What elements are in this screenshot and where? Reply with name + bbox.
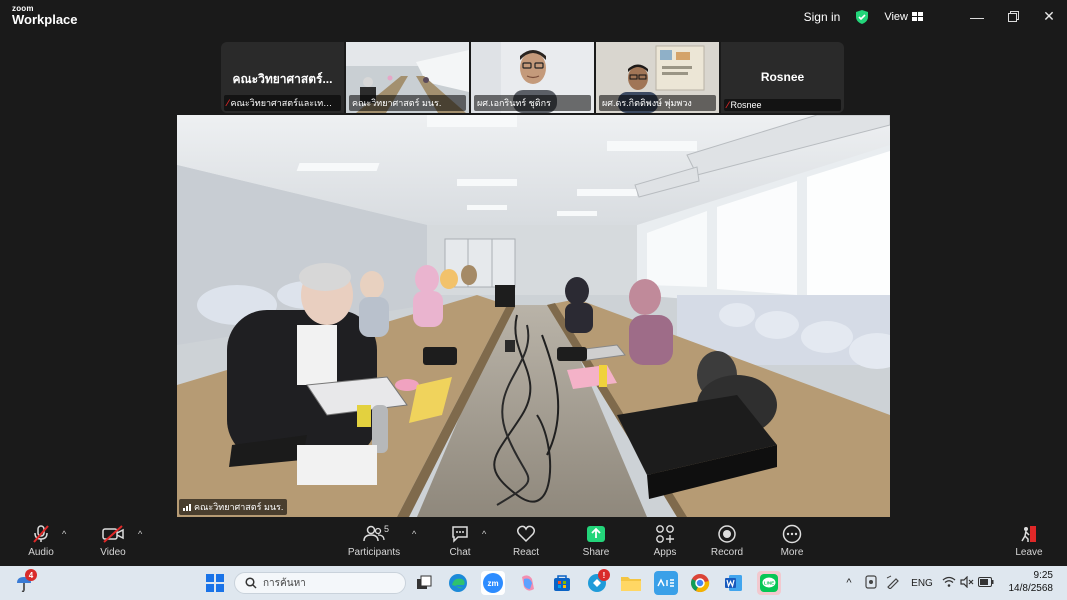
- search-placeholder: การค้นหา: [263, 577, 306, 589]
- copilot-icon[interactable]: [516, 571, 540, 595]
- system-tray: ^ ENG: [838, 566, 996, 600]
- gallery-strip: คณะวิทยาศาสตร์... ⁄ คณะวิทยาศาสตร์และเทคโ…: [221, 42, 846, 113]
- battery-icon[interactable]: [976, 576, 996, 590]
- participant-tile[interactable]: ผศ.เอกรินทร์ ชุติกร: [471, 42, 594, 113]
- react-label: React: [512, 547, 540, 558]
- participants-count: 5: [384, 524, 390, 534]
- video-options-caret[interactable]: ^: [138, 529, 142, 539]
- task-view-icon[interactable]: [412, 571, 436, 595]
- participant-tile[interactable]: คณะวิทยาศาสตร์... ⁄ คณะวิทยาศาสตร์และเทคโ…: [221, 42, 344, 113]
- clock-time: 9:25: [1033, 570, 1053, 581]
- tray-app-icon[interactable]: [860, 574, 882, 592]
- share-arrow-icon: [584, 523, 608, 545]
- search-icon: [245, 577, 257, 589]
- zoom-app-icon[interactable]: zm: [481, 571, 505, 595]
- weather-badge: 4: [25, 569, 37, 581]
- apps-icon: [653, 523, 677, 545]
- participant-caption: ⁄ Rosnee: [724, 99, 841, 111]
- share-label: Share: [582, 547, 610, 558]
- audio-label: Audio: [28, 547, 54, 558]
- apps-label: Apps: [653, 547, 677, 558]
- mic-muted-icon: ⁄: [727, 100, 729, 110]
- camera-off-icon: [101, 523, 125, 545]
- title-bar: zoom Workplace Sign in View — ✕: [0, 0, 1067, 33]
- participant-name: คณะวิทยาศาสตร์...: [232, 72, 333, 86]
- line-app-icon[interactable]: LINE: [757, 571, 781, 595]
- participant-tile[interactable]: Rosnee ⁄ Rosnee: [721, 42, 844, 113]
- main-video-name: คณะวิทยาศาสตร์ มนร.: [194, 502, 284, 512]
- record-label: Record: [710, 547, 744, 558]
- participant-tile[interactable]: คณะวิทยาศาสตร์ มนร.: [346, 42, 469, 113]
- shield-icon[interactable]: [854, 9, 870, 25]
- participant-caption: คณะวิทยาศาสตร์ มนร.: [349, 95, 466, 111]
- participants-icon: [362, 523, 386, 545]
- apps-button[interactable]: Apps: [635, 523, 695, 558]
- leave-label: Leave: [1015, 547, 1043, 558]
- view-label: View: [884, 10, 908, 23]
- heart-icon: [514, 523, 538, 545]
- logo-line2: Workplace: [12, 12, 78, 27]
- windows-start-icon[interactable]: [203, 571, 227, 595]
- chrome-icon[interactable]: [688, 571, 712, 595]
- news-app-icon[interactable]: [654, 571, 678, 595]
- chat-button[interactable]: Chat: [430, 523, 490, 558]
- minimize-icon[interactable]: —: [959, 0, 995, 33]
- taskbar-clock[interactable]: 9:25 14/8/2568: [1009, 569, 1054, 595]
- volume-muted-icon[interactable]: [958, 575, 976, 591]
- participants-button[interactable]: 5 Participants: [344, 523, 404, 558]
- zoom-logo: zoom Workplace: [12, 5, 78, 27]
- main-video-label: คณะวิทยาศาสตร์ มนร.: [179, 499, 288, 515]
- participant-caption: ⁄ คณะวิทยาศาสตร์และเทคโ...: [224, 95, 341, 111]
- more-label: More: [780, 547, 804, 558]
- windows-taskbar: 4 การค้นหา zm ! LINE ^ ENG 9:25 14/8/256…: [0, 566, 1067, 600]
- meeting-room-scene: [177, 115, 890, 517]
- restore-icon[interactable]: [995, 0, 1031, 33]
- svg-text:LINE: LINE: [764, 581, 774, 586]
- video-label: Video: [100, 547, 126, 558]
- chat-icon: [448, 523, 472, 545]
- participants-options-caret[interactable]: ^: [412, 529, 416, 539]
- more-button[interactable]: More: [762, 523, 822, 558]
- react-button[interactable]: React: [496, 523, 556, 558]
- signin-button[interactable]: Sign in: [804, 10, 841, 24]
- participant-tile[interactable]: ผศ.ดร.กิตติพงษ์ พุ่มพวง: [596, 42, 719, 113]
- leave-button[interactable]: Leave: [999, 523, 1059, 558]
- tray-overflow-icon[interactable]: ^: [838, 577, 860, 589]
- mic-muted-icon: ⁄: [227, 98, 229, 108]
- participant-caption: ผศ.ดร.กิตติพงษ์ พุ่มพวง: [599, 95, 716, 111]
- edge-browser-icon[interactable]: [446, 571, 470, 595]
- store-icon[interactable]: [550, 571, 574, 595]
- leave-door-icon: [1017, 523, 1041, 545]
- zoom-window: zoom Workplace Sign in View — ✕ คณะวิทยา…: [0, 0, 1067, 566]
- mic-muted-icon: [29, 523, 53, 545]
- record-button[interactable]: Record: [697, 523, 757, 558]
- main-video[interactable]: คณะวิทยาศาสตร์ มนร.: [177, 115, 890, 517]
- participant-caption: ผศ.เอกรินทร์ ชุติกร: [474, 95, 591, 111]
- chat-label: Chat: [449, 547, 471, 558]
- taskbar-search-input[interactable]: การค้นหา: [234, 572, 406, 594]
- notification-badge: !: [598, 569, 610, 581]
- video-button[interactable]: Video: [83, 523, 143, 558]
- share-button[interactable]: Share: [566, 523, 626, 558]
- clock-date: 14/8/2568: [1008, 583, 1054, 594]
- file-explorer-icon[interactable]: [619, 571, 643, 595]
- audio-options-caret[interactable]: ^: [62, 529, 66, 539]
- meeting-toolbar: Audio ^ Video ^ 5 Participants ^ Chat ^: [0, 519, 1067, 566]
- svg-text:zm: zm: [487, 579, 498, 588]
- participants-label: Participants: [347, 547, 401, 558]
- grid-icon: [912, 12, 923, 21]
- signal-bars-icon: [183, 503, 191, 511]
- language-indicator[interactable]: ENG: [904, 578, 940, 589]
- record-icon: [715, 523, 739, 545]
- wifi-icon[interactable]: [940, 576, 958, 590]
- participant-name: Rosnee: [760, 70, 805, 84]
- close-icon[interactable]: ✕: [1031, 0, 1067, 33]
- more-icon: [780, 523, 804, 545]
- chat-options-caret[interactable]: ^: [482, 529, 486, 539]
- word-icon[interactable]: [722, 571, 746, 595]
- pen-icon[interactable]: [882, 575, 904, 592]
- view-button[interactable]: View: [884, 11, 923, 23]
